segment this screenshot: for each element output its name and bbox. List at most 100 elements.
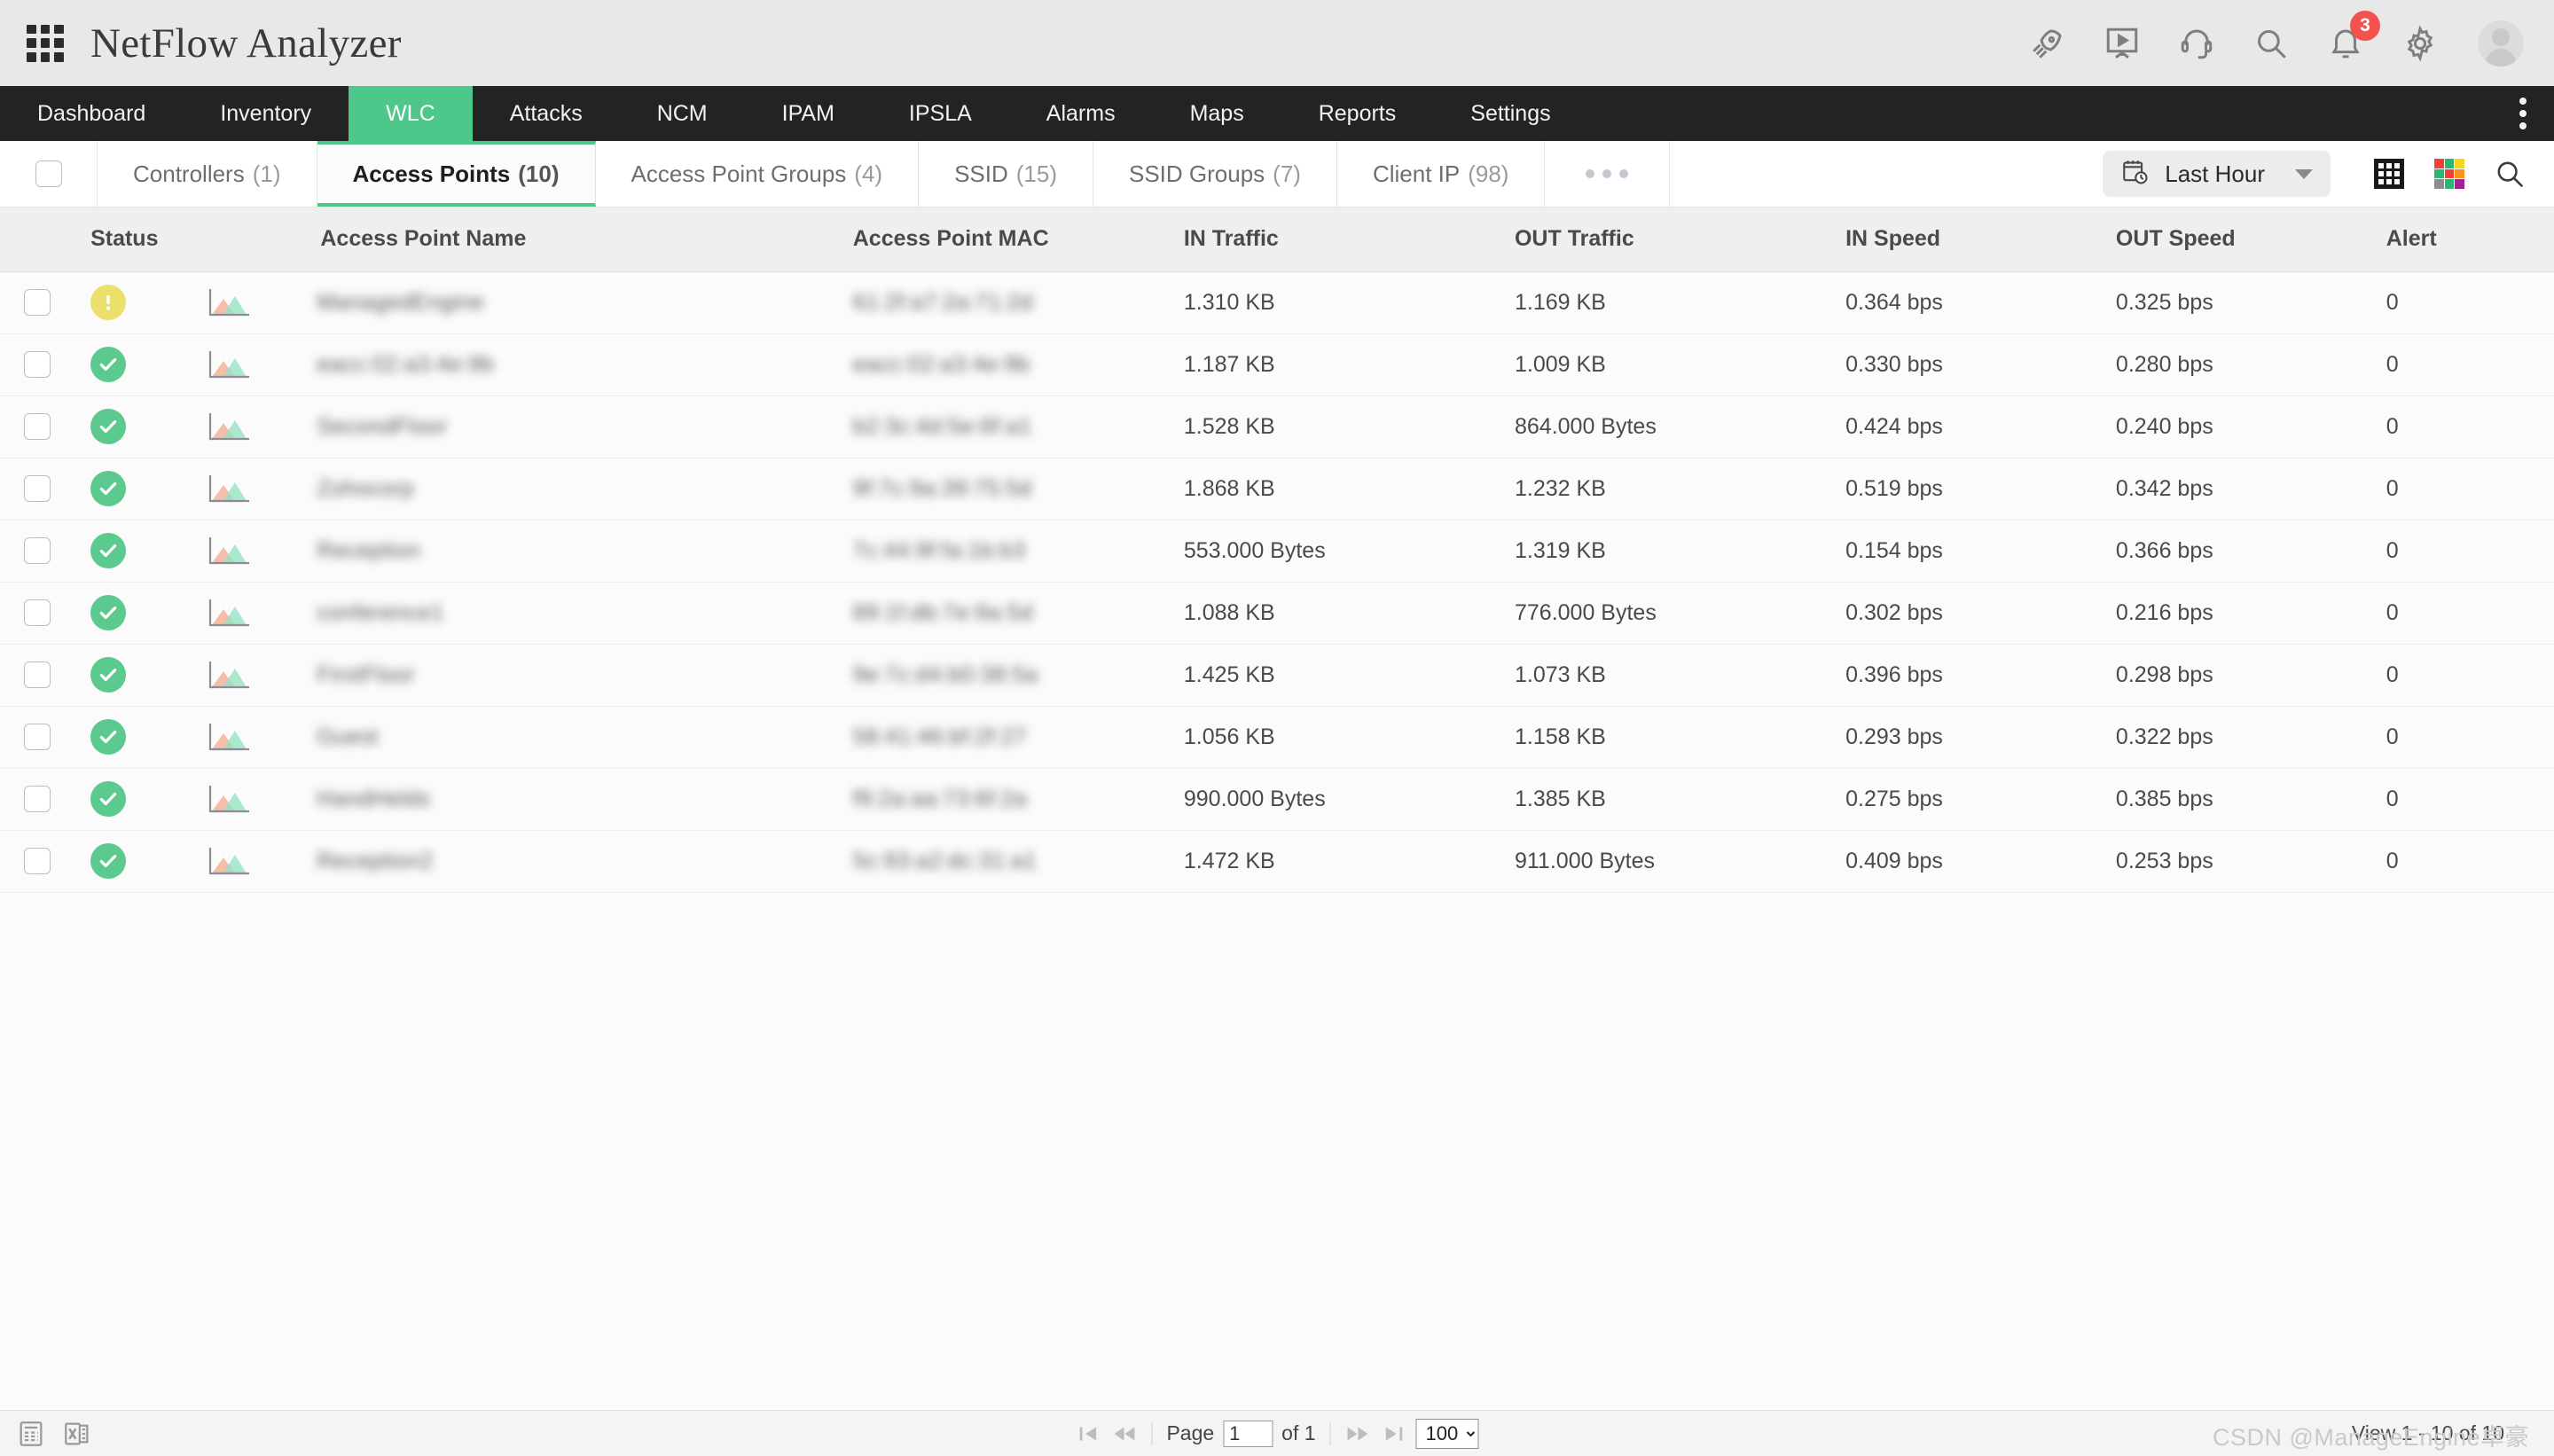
nav-item-reports[interactable]: Reports [1281,86,1434,141]
row-chart-cell [181,644,317,707]
table-row[interactable]: conference1 89:1f:db:7e:9a:5d 1.088 KB 776.… [0,582,2554,645]
row-access-point-name[interactable]: SecondFloor [317,395,853,458]
row-access-point-name[interactable]: Zohocorp [317,458,853,521]
apps-grid-icon[interactable] [27,24,64,62]
row-access-point-name[interactable]: Reception2 [317,830,853,893]
user-avatar-icon[interactable] [2478,20,2524,67]
tab-access-point-groups[interactable]: Access Point Groups (4) [596,141,920,207]
row-access-point-name[interactable]: FirstFloor [317,644,853,707]
row-checkbox-cell [0,582,75,645]
next-page-icon[interactable] [1345,1421,1372,1446]
table-row[interactable]: Guest 58:41:46:bf:2f:27 1.056 KB 1.158 KB 0.… [0,706,2554,769]
nav-item-ncm[interactable]: NCM [620,86,745,141]
table-row[interactable]: FirstFloor 9e:7c:d4:b0:38:5a 1.425 KB 1.073… [0,644,2554,707]
area-chart-thumbnail-icon[interactable] [205,846,253,876]
row-checkbox[interactable] [24,661,51,688]
page-number-input[interactable] [1223,1420,1273,1447]
header-access-point-mac[interactable]: Access Point MAC [852,207,1184,272]
area-chart-thumbnail-icon[interactable] [205,349,253,380]
nav-item-wlc[interactable]: WLC [349,86,473,141]
row-access-point-name[interactable]: HandHelds [317,768,853,831]
table-row[interactable]: SecondFloor b2:3c:4d:5e:6f:a1 1.528 KB 864.… [0,395,2554,458]
header-in-traffic[interactable]: IN Traffic [1183,207,1515,272]
area-chart-thumbnail-icon[interactable] [205,287,253,317]
access-point-name-text: Reception2 [317,848,434,873]
row-access-point-name[interactable]: Guest [317,706,853,769]
row-in-traffic: 1.472 KB [1183,830,1515,893]
row-out-speed: 0.280 bps [2115,333,2386,396]
search-icon[interactable] [2251,23,2292,64]
tab-client-ip[interactable]: Client IP (98) [1337,141,1546,207]
row-checkbox[interactable] [24,475,51,502]
presentation-video-icon[interactable] [2102,23,2143,64]
page-size-select[interactable]: 2550100200 [1415,1418,1479,1449]
nav-item-dashboard[interactable]: Dashboard [0,86,183,141]
table-row[interactable]: HandHelds f9:2a:aa:73:6f:2a 990.000 Bytes 1… [0,768,2554,831]
tab-controllers[interactable]: Controllers (1) [98,141,317,207]
nav-item-ipsla[interactable]: IPSLA [872,86,1009,141]
area-chart-thumbnail-icon[interactable] [205,722,253,752]
row-out-traffic: 1.169 KB [1514,271,1846,334]
headset-support-icon[interactable] [2176,23,2217,64]
previous-page-icon[interactable] [1110,1421,1137,1446]
horizontal-dots-icon[interactable] [1545,141,1671,207]
row-access-point-name[interactable]: Reception [317,520,853,583]
nav-item-settings[interactable]: Settings [1433,86,1587,141]
table-row[interactable]: Reception 7c:44:9f:fa:1b:b3 553.000 Bytes 1… [0,520,2554,583]
row-checkbox[interactable] [24,537,51,564]
rocket-icon[interactable] [2027,23,2068,64]
row-access-point-name[interactable]: eacc:02:a3:4e:9b [317,333,853,396]
area-chart-thumbnail-icon[interactable] [205,536,253,566]
access-point-mac-text: b2:3c:4d:5e:6f:a1 [852,413,1032,439]
tab-ssid-groups[interactable]: SSID Groups (7) [1093,141,1337,207]
nav-item-alarms[interactable]: Alarms [1009,86,1153,141]
row-checkbox[interactable] [24,599,51,626]
row-checkbox[interactable] [24,786,51,812]
status-ok-icon [90,533,127,568]
area-chart-thumbnail-icon[interactable] [205,598,253,628]
row-checkbox[interactable] [24,724,51,750]
gear-settings-icon[interactable] [2400,23,2440,64]
row-alert: 0 [2386,520,2554,583]
nav-item-attacks[interactable]: Attacks [473,86,620,141]
time-range-selector[interactable]: Last Hour [2103,151,2331,197]
export-pdf-icon[interactable] [16,1419,46,1449]
row-access-point-name[interactable]: ManagedEngine [317,271,853,334]
export-excel-icon[interactable] [62,1419,92,1449]
select-all-checkbox[interactable] [35,160,62,187]
nav-item-inventory[interactable]: Inventory [183,86,349,141]
tab-access-points[interactable]: Access Points (10) [317,141,596,207]
area-chart-thumbnail-icon[interactable] [205,660,253,690]
tab-ssid[interactable]: SSID (15) [919,141,1093,207]
row-checkbox[interactable] [24,413,51,440]
header-alert[interactable]: Alert [2386,207,2554,272]
header-status[interactable]: Status [74,207,182,272]
row-access-point-name[interactable]: conference1 [317,582,853,645]
chart-view-icon[interactable] [2425,149,2474,199]
row-checkbox[interactable] [24,848,51,874]
last-page-icon[interactable] [1381,1421,1407,1446]
area-chart-thumbnail-icon[interactable] [205,784,253,814]
search-icon[interactable] [2485,149,2534,199]
table-row[interactable]: ManagedEngine 61:2f:a7:2a:71:2d 1.310 KB 1.… [0,271,2554,334]
row-checkbox[interactable] [24,289,51,316]
nav-item-maps[interactable]: Maps [1153,86,1281,141]
area-chart-thumbnail-icon[interactable] [205,474,253,504]
vertical-dots-icon[interactable] [2492,86,2554,141]
table-view-icon[interactable] [2364,149,2414,199]
bell-notification-icon[interactable]: 3 [2325,10,2380,64]
first-page-icon[interactable] [1075,1421,1101,1446]
table-row[interactable]: eacc:02:a3:4e:9b eacc:02:a3:4e:9b 1.187 KB… [0,333,2554,396]
row-checkbox[interactable] [24,351,51,378]
table-row[interactable]: Zohocorp 9f:7c:9a:39:75:5d 1.868 KB 1.232 K… [0,458,2554,521]
header-access-point-name[interactable]: Access Point Name [317,207,853,272]
header-out-speed[interactable]: OUT Speed [2115,207,2386,272]
area-chart-thumbnail-icon[interactable] [205,411,253,442]
table-row[interactable]: Reception2 5c:93:a2:dc:31:a1 1.472 KB 911.0… [0,830,2554,893]
header-in-speed[interactable]: IN Speed [1845,207,2116,272]
tab-label: Controllers [133,160,245,187]
row-in-speed: 0.154 bps [1845,520,2116,583]
export-controls [16,1419,92,1449]
header-out-traffic[interactable]: OUT Traffic [1514,207,1846,272]
nav-item-ipam[interactable]: IPAM [745,86,872,141]
